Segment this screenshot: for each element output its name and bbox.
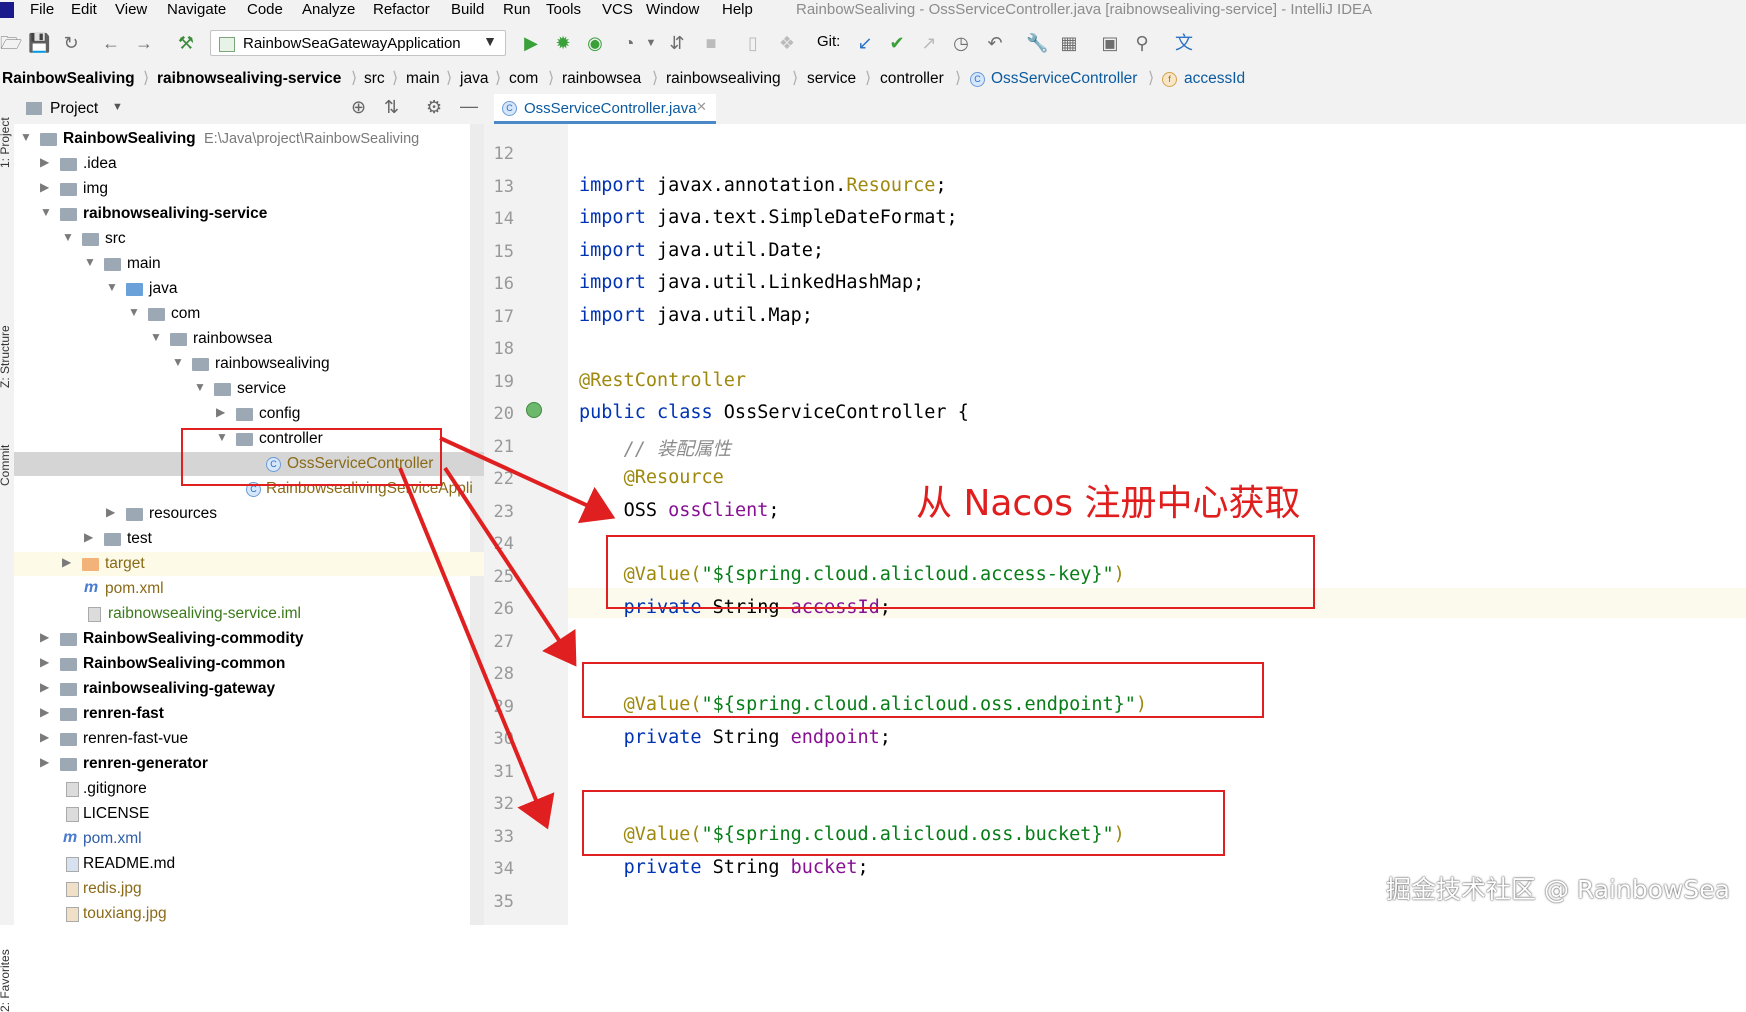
watermark: 掘金技术社区 @ RainbowSea — [1386, 875, 1731, 904]
annotation-arrows — [398, 436, 616, 830]
annotation-callout: 从 Nacos 注册中心获取 — [916, 483, 1301, 524]
arrow-to-endpoint — [443, 466, 577, 667]
arrow-to-oss-client — [439, 436, 616, 524]
side-tab-favorites[interactable]: 2: Favorites — [0, 949, 12, 1012]
arrow-to-bucket — [398, 467, 555, 830]
